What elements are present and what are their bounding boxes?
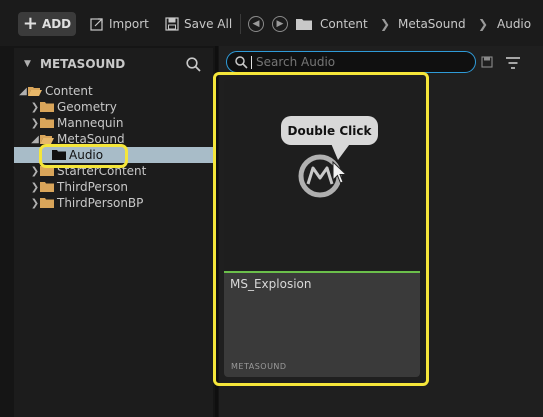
folder-icon — [296, 19, 312, 30]
toolbar: + ADD Import Save All ◀ ▶ Content ❯ Meta… — [0, 0, 543, 46]
plus-icon: + — [22, 13, 38, 34]
search-icon[interactable] — [186, 57, 201, 72]
expand-arrow-icon[interactable]: ❯ — [30, 166, 40, 177]
expand-arrow-icon[interactable]: ❯ — [30, 102, 40, 113]
sources-title: METASOUND — [40, 57, 126, 71]
breadcrumb-chevron-icon: ❯ — [380, 17, 391, 31]
tree-item-geometry[interactable]: ❯ Geometry — [14, 99, 213, 115]
sources-header[interactable]: ▼ METASOUND — [14, 48, 213, 80]
forward-arrow-icon[interactable]: ▶ — [272, 16, 288, 32]
save-search-icon[interactable] — [481, 56, 493, 68]
folder-icon — [40, 102, 54, 112]
tree-item-label: Mannequin — [57, 116, 124, 130]
expand-arrow-icon[interactable]: ❯ — [30, 198, 40, 209]
folder-icon — [40, 182, 54, 192]
tree-item-label: Geometry — [57, 100, 117, 114]
folder-icon — [40, 198, 54, 208]
import-icon — [90, 18, 103, 31]
search-input[interactable] — [252, 55, 466, 69]
search-box[interactable] — [226, 51, 476, 73]
filter-icon[interactable] — [505, 56, 521, 70]
save-icon — [165, 17, 179, 31]
expand-arrow-icon[interactable]: ◢ — [30, 134, 40, 145]
highlight-audio-folder — [39, 144, 128, 168]
toolbar-divider — [240, 14, 241, 34]
sources-panel: ▼ METASOUND ◢ Content ❯ Geometry ❯ Manne… — [14, 48, 213, 417]
import-button[interactable]: Import — [90, 12, 149, 36]
tree-item-thirdperson[interactable]: ❯ ThirdPerson — [14, 179, 213, 195]
folder-open-icon — [28, 87, 42, 96]
expand-arrow-icon[interactable]: ◢ — [18, 86, 28, 97]
save-all-label: Save All — [184, 17, 233, 31]
tree-item-label: ThirdPersonBP — [57, 196, 144, 210]
tree-item-label: Content — [45, 84, 93, 98]
search-icon — [235, 55, 248, 69]
collapse-arrow-icon[interactable]: ▼ — [24, 59, 34, 69]
expand-arrow-icon[interactable]: ❯ — [30, 182, 40, 193]
expand-arrow-icon[interactable]: ❯ — [30, 118, 40, 129]
import-label: Import — [109, 17, 149, 31]
highlight-asset-box — [213, 72, 429, 386]
tree-item-content[interactable]: ◢ Content — [14, 83, 213, 99]
breadcrumb-chevron-icon: ❯ — [478, 17, 489, 31]
breadcrumb-content[interactable]: Content — [320, 12, 368, 36]
tree-item-mannequin[interactable]: ❯ Mannequin — [14, 115, 213, 131]
tree-item-thirdpersonbp[interactable]: ❯ ThirdPersonBP — [14, 195, 213, 211]
back-arrow-icon[interactable]: ◀ — [248, 16, 264, 32]
breadcrumb-audio[interactable]: Audio — [497, 12, 531, 36]
breadcrumb-metasound[interactable]: MetaSound — [398, 12, 466, 36]
save-all-button[interactable]: Save All — [165, 12, 232, 36]
tree-item-label: ThirdPerson — [57, 180, 128, 194]
folder-icon — [40, 118, 54, 128]
add-button[interactable]: + ADD — [18, 12, 76, 36]
folder-open-icon — [40, 135, 54, 144]
add-button-label: ADD — [41, 17, 72, 31]
